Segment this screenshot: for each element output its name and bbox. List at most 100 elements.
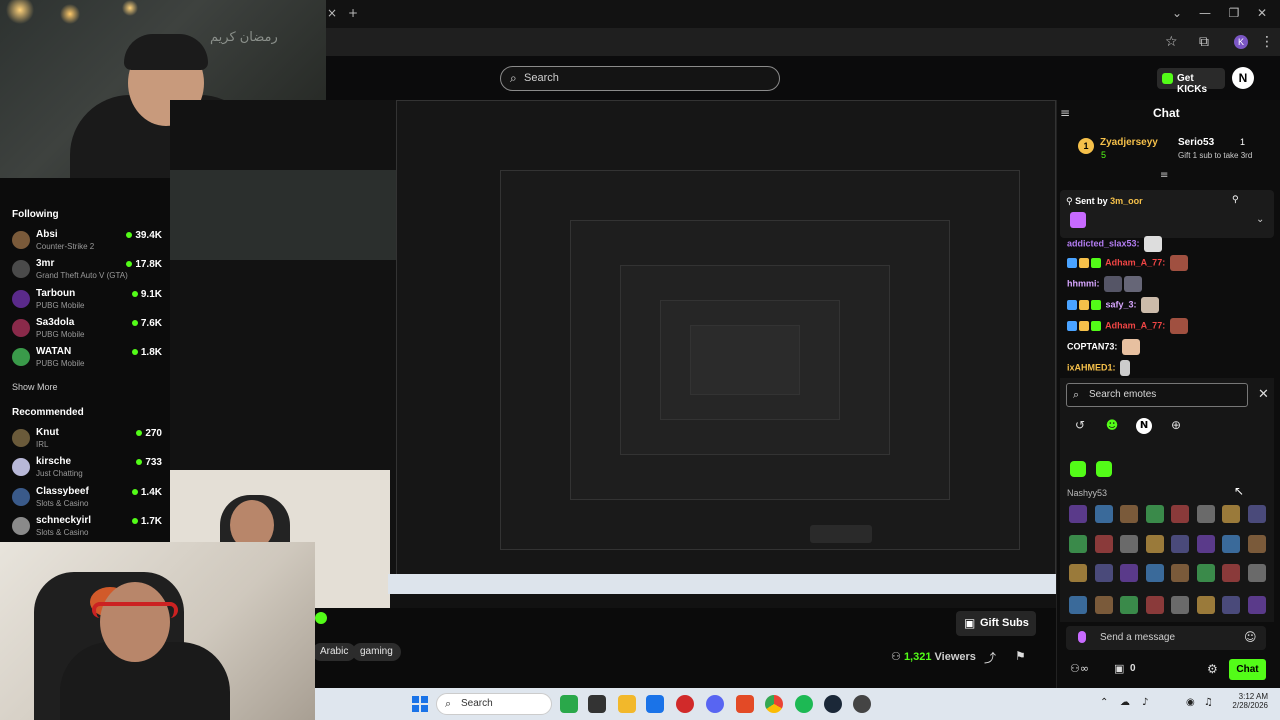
- emote[interactable]: [1145, 564, 1164, 582]
- global-emotes-tab[interactable]: ⊕: [1168, 418, 1184, 434]
- new-tab-icon[interactable]: +: [343, 6, 363, 20]
- kicks-points-icon[interactable]: ⚇∞: [1070, 662, 1089, 675]
- chat-settings-icon[interactable]: ⚙: [1207, 662, 1218, 676]
- tab-search-icon[interactable]: ⌄: [1167, 6, 1187, 20]
- report-icon[interactable]: ⚑: [1015, 649, 1026, 663]
- following-item-absi[interactable]: Absi Counter-Strike 2 39.4K: [12, 229, 162, 255]
- gift-icon[interactable]: ▣: [1114, 662, 1124, 675]
- chat-message[interactable]: addicted_slax53:: [1067, 236, 1163, 252]
- file-explorer-icon[interactable]: [618, 695, 636, 713]
- store-icon[interactable]: [646, 695, 664, 713]
- wifi-icon[interactable]: ◉: [1186, 697, 1195, 708]
- emote[interactable]: [1120, 535, 1138, 553]
- emote[interactable]: [1171, 535, 1189, 553]
- user-avatar[interactable]: N: [1232, 67, 1254, 89]
- emote[interactable]: [1196, 564, 1215, 582]
- emote[interactable]: [1196, 535, 1215, 553]
- share-icon[interactable]: ⤴: [984, 649, 996, 666]
- chat-message[interactable]: Adham_A_77:: [1067, 318, 1188, 334]
- emote[interactable]: [1196, 596, 1215, 614]
- gift-subs-button[interactable]: ▣ Gift Subs: [956, 611, 1036, 636]
- emote[interactable]: [1222, 505, 1240, 523]
- chat-message[interactable]: COPTAN73:: [1067, 339, 1140, 355]
- emoji-icon[interactable]: ☺: [1244, 630, 1257, 644]
- emote[interactable]: [1247, 564, 1266, 582]
- steam-icon[interactable]: [824, 695, 842, 713]
- emote[interactable]: [1171, 505, 1189, 523]
- emote[interactable]: [1120, 596, 1138, 614]
- send-chat-button[interactable]: Chat: [1229, 659, 1266, 680]
- network-icon[interactable]: ☁: [1120, 697, 1130, 708]
- emote[interactable]: [1247, 505, 1266, 523]
- get-kicks-button[interactable]: Get KICKs: [1157, 68, 1225, 95]
- emote[interactable]: [1222, 596, 1240, 614]
- extensions-icon[interactable]: ⧉: [1199, 34, 1209, 50]
- following-item-3mr[interactable]: 3mr Grand Theft Auto V (GTA) 17.8K: [12, 258, 162, 284]
- widgets-icon[interactable]: [560, 695, 578, 713]
- emote[interactable]: [1094, 535, 1113, 553]
- emote[interactable]: [1222, 564, 1240, 582]
- chat-message[interactable]: Adham_A_77:: [1067, 255, 1188, 271]
- star-icon[interactable]: ☆: [1165, 34, 1178, 50]
- following-item-watan[interactable]: WATAN PUBG Mobile 1.8K: [12, 346, 162, 372]
- emote[interactable]: [1247, 535, 1266, 553]
- unpin-icon[interactable]: ⚲: [1232, 195, 1239, 205]
- emote[interactable]: [1094, 596, 1113, 614]
- emote[interactable]: [1145, 505, 1164, 523]
- discord-icon[interactable]: [706, 695, 724, 713]
- recommended-item-schneckyirl[interactable]: schneckyirl Slots & Casino 1.7K: [12, 515, 162, 541]
- emote[interactable]: [1096, 461, 1112, 477]
- emote[interactable]: [1222, 535, 1240, 553]
- chat-message[interactable]: hhmmi:: [1067, 276, 1143, 292]
- profile-avatar[interactable]: K: [1234, 35, 1248, 49]
- task-view-icon[interactable]: [588, 695, 606, 713]
- emote[interactable]: [1094, 564, 1113, 582]
- emote[interactable]: [1120, 505, 1138, 523]
- close-window-icon[interactable]: ✕: [1252, 6, 1272, 20]
- emote[interactable]: [1069, 505, 1087, 523]
- app-icon[interactable]: [853, 695, 871, 713]
- close-picker-icon[interactable]: ✕: [1258, 387, 1269, 402]
- taskbar-search[interactable]: ⌕ Search: [436, 693, 552, 715]
- recommended-item-knut[interactable]: Knut IRL 270: [12, 427, 162, 453]
- show-more-link[interactable]: Show More: [12, 382, 58, 392]
- emote[interactable]: [1094, 505, 1113, 523]
- emote[interactable]: [1069, 564, 1087, 582]
- recent-emotes-tab[interactable]: ↺: [1072, 418, 1088, 434]
- kick-emotes-tab[interactable]: ☻: [1104, 418, 1120, 434]
- stream-video-player[interactable]: [170, 100, 1056, 608]
- gift-leaderboard[interactable]: 1 Zyadjerseyy 5 Serio53 1 Gift 1 sub to …: [1070, 134, 1270, 170]
- chrome-icon[interactable]: [765, 695, 783, 713]
- address-bar[interactable]: [326, 28, 1280, 56]
- tag-arabic[interactable]: Arabic: [312, 643, 357, 661]
- emote[interactable]: [1196, 505, 1215, 523]
- taskbar-clock[interactable]: 3:12 AM 2/28/2026: [1222, 692, 1268, 710]
- microphone-icon[interactable]: ♪: [1142, 697, 1148, 708]
- spotify-icon[interactable]: [795, 695, 813, 713]
- channel-emotes-tab[interactable]: N: [1136, 418, 1152, 434]
- following-item-sa3dola[interactable]: Sa3dola PUBG Mobile 7.6K: [12, 317, 162, 343]
- tag-gaming[interactable]: gaming: [352, 643, 401, 661]
- start-icon[interactable]: [412, 696, 428, 712]
- search-input[interactable]: ⌕ Search: [500, 66, 780, 91]
- emote[interactable]: [1069, 596, 1087, 614]
- emote[interactable]: [1171, 596, 1189, 614]
- expand-gifts-icon[interactable]: ≡: [1160, 170, 1168, 181]
- chevron-down-icon[interactable]: ⌄: [1256, 214, 1264, 225]
- tray-chevron-icon[interactable]: ⌃: [1100, 697, 1108, 708]
- collapse-chat-icon[interactable]: ≡: [1060, 106, 1070, 120]
- chat-message[interactable]: ixAHMED1:: [1067, 360, 1131, 376]
- menu-icon[interactable]: ⋮: [1260, 34, 1274, 50]
- emote[interactable]: [1247, 596, 1266, 614]
- emote[interactable]: [1145, 535, 1164, 553]
- message-input[interactable]: Send a message ☺: [1066, 626, 1266, 650]
- emote[interactable]: [1145, 596, 1164, 614]
- minimize-icon[interactable]: —: [1195, 6, 1215, 20]
- pinned-message[interactable]: ⚲ Sent by 3m_oor ⚲ ⌄: [1060, 190, 1274, 238]
- following-item-tarboun[interactable]: Tarboun PUBG Mobile 9.1K: [12, 288, 162, 314]
- emote[interactable]: [1171, 564, 1189, 582]
- app-icon[interactable]: [676, 695, 694, 713]
- emote-search-input[interactable]: ⌕ Search emotes: [1066, 383, 1248, 407]
- recommended-item-classybeef[interactable]: Classybeef Slots & Casino 1.4K: [12, 486, 162, 512]
- volume-icon[interactable]: ♫: [1204, 697, 1213, 708]
